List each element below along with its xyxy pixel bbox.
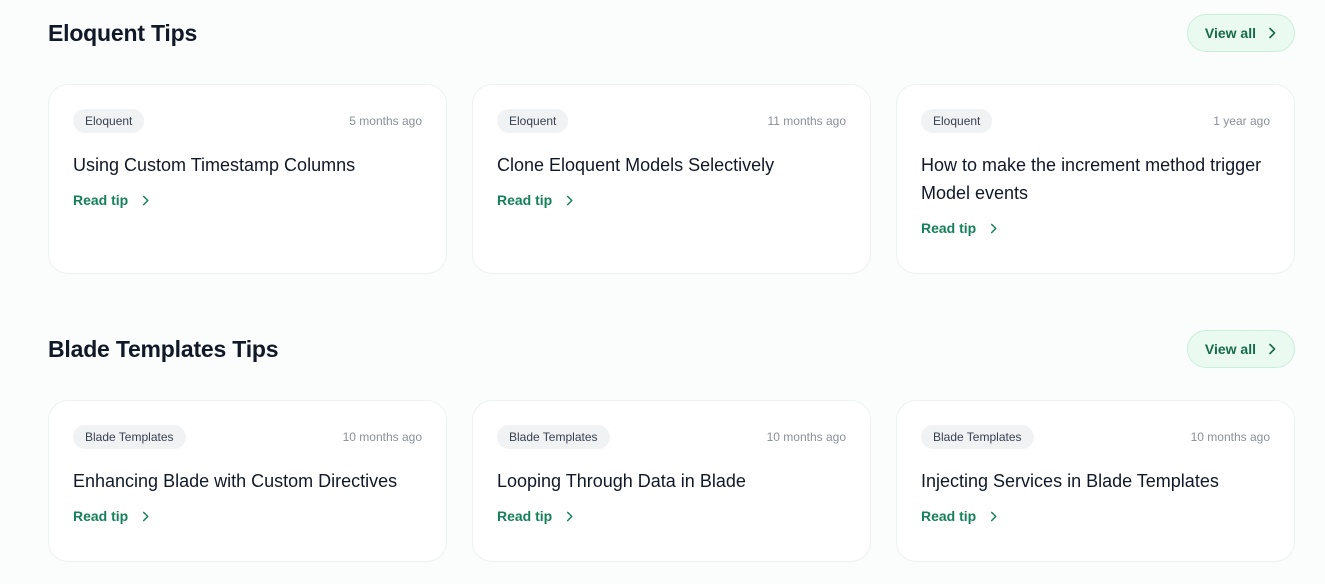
category-badge[interactable]: Eloquent bbox=[921, 109, 993, 133]
tip-title[interactable]: Enhancing Blade with Custom Directives bbox=[73, 467, 422, 495]
tip-cards: Blade Templates 10 months ago Enhancing … bbox=[48, 400, 1295, 562]
read-tip-link[interactable]: Read tip bbox=[497, 192, 575, 208]
tip-card[interactable]: Eloquent 11 months ago Clone Eloquent Mo… bbox=[472, 84, 871, 274]
read-tip-label: Read tip bbox=[921, 220, 977, 236]
view-all-label: View all bbox=[1204, 341, 1256, 357]
section-eloquent-tips: Eloquent Tips View all Eloquent 5 months… bbox=[48, 14, 1295, 274]
tip-card[interactable]: Blade Templates 10 months ago Enhancing … bbox=[48, 400, 447, 562]
tip-title[interactable]: Injecting Services in Blade Templates bbox=[921, 467, 1270, 495]
section-header: Eloquent Tips View all bbox=[48, 14, 1295, 52]
section-title: Eloquent Tips bbox=[48, 19, 198, 46]
tip-card[interactable]: Blade Templates 10 months ago Injecting … bbox=[896, 400, 1295, 562]
read-tip-link[interactable]: Read tip bbox=[921, 508, 999, 524]
read-tip-label: Read tip bbox=[73, 192, 129, 208]
timestamp: 10 months ago bbox=[342, 430, 422, 444]
read-tip-link[interactable]: Read tip bbox=[73, 192, 151, 208]
tip-cards: Eloquent 5 months ago Using Custom Times… bbox=[48, 84, 1295, 274]
timestamp: 11 months ago bbox=[767, 114, 847, 128]
card-meta: Eloquent 11 months ago bbox=[497, 109, 846, 133]
read-tip-label: Read tip bbox=[921, 508, 977, 524]
card-meta: Eloquent 1 year ago bbox=[921, 109, 1270, 133]
section-title: Blade Templates Tips bbox=[48, 335, 279, 362]
tip-card[interactable]: Eloquent 1 year ago How to make the incr… bbox=[896, 84, 1295, 274]
chevron-right-icon bbox=[1269, 27, 1276, 39]
tip-title[interactable]: Using Custom Timestamp Columns bbox=[73, 151, 422, 179]
timestamp: 5 months ago bbox=[349, 114, 422, 128]
tip-card[interactable]: Eloquent 5 months ago Using Custom Times… bbox=[48, 84, 447, 274]
page: Eloquent Tips View all Eloquent 5 months… bbox=[0, 0, 1325, 584]
view-all-button[interactable]: View all bbox=[1186, 14, 1295, 52]
tip-title[interactable]: Clone Eloquent Models Selectively bbox=[497, 151, 846, 179]
category-badge[interactable]: Blade Templates bbox=[73, 425, 186, 449]
read-tip-link[interactable]: Read tip bbox=[73, 508, 151, 524]
read-tip-label: Read tip bbox=[497, 192, 553, 208]
read-tip-label: Read tip bbox=[497, 508, 553, 524]
category-badge[interactable]: Eloquent bbox=[73, 109, 145, 133]
card-meta: Eloquent 5 months ago bbox=[73, 109, 422, 133]
chevron-right-icon bbox=[991, 511, 997, 521]
chevron-right-icon bbox=[567, 511, 573, 521]
timestamp: 1 year ago bbox=[1213, 114, 1270, 128]
timestamp: 10 months ago bbox=[766, 430, 846, 444]
section-blade-templates-tips: Blade Templates Tips View all Blade Temp… bbox=[48, 330, 1295, 562]
tip-title[interactable]: How to make the increment method trigger… bbox=[921, 151, 1270, 207]
category-badge[interactable]: Blade Templates bbox=[921, 425, 1034, 449]
read-tip-label: Read tip bbox=[73, 508, 129, 524]
card-meta: Blade Templates 10 months ago bbox=[921, 425, 1270, 449]
view-all-label: View all bbox=[1204, 25, 1256, 41]
timestamp: 10 months ago bbox=[1190, 430, 1270, 444]
tip-title[interactable]: Looping Through Data in Blade bbox=[497, 467, 846, 495]
category-badge[interactable]: Eloquent bbox=[497, 109, 569, 133]
tip-card[interactable]: Blade Templates 10 months ago Looping Th… bbox=[472, 400, 871, 562]
read-tip-link[interactable]: Read tip bbox=[921, 220, 999, 236]
card-meta: Blade Templates 10 months ago bbox=[497, 425, 846, 449]
chevron-right-icon bbox=[143, 195, 149, 205]
section-header: Blade Templates Tips View all bbox=[48, 330, 1295, 368]
category-badge[interactable]: Blade Templates bbox=[497, 425, 610, 449]
chevron-right-icon bbox=[567, 195, 573, 205]
chevron-right-icon bbox=[143, 511, 149, 521]
read-tip-link[interactable]: Read tip bbox=[497, 508, 575, 524]
view-all-button[interactable]: View all bbox=[1186, 330, 1295, 368]
chevron-right-icon bbox=[1269, 343, 1276, 355]
chevron-right-icon bbox=[991, 223, 997, 233]
card-meta: Blade Templates 10 months ago bbox=[73, 425, 422, 449]
